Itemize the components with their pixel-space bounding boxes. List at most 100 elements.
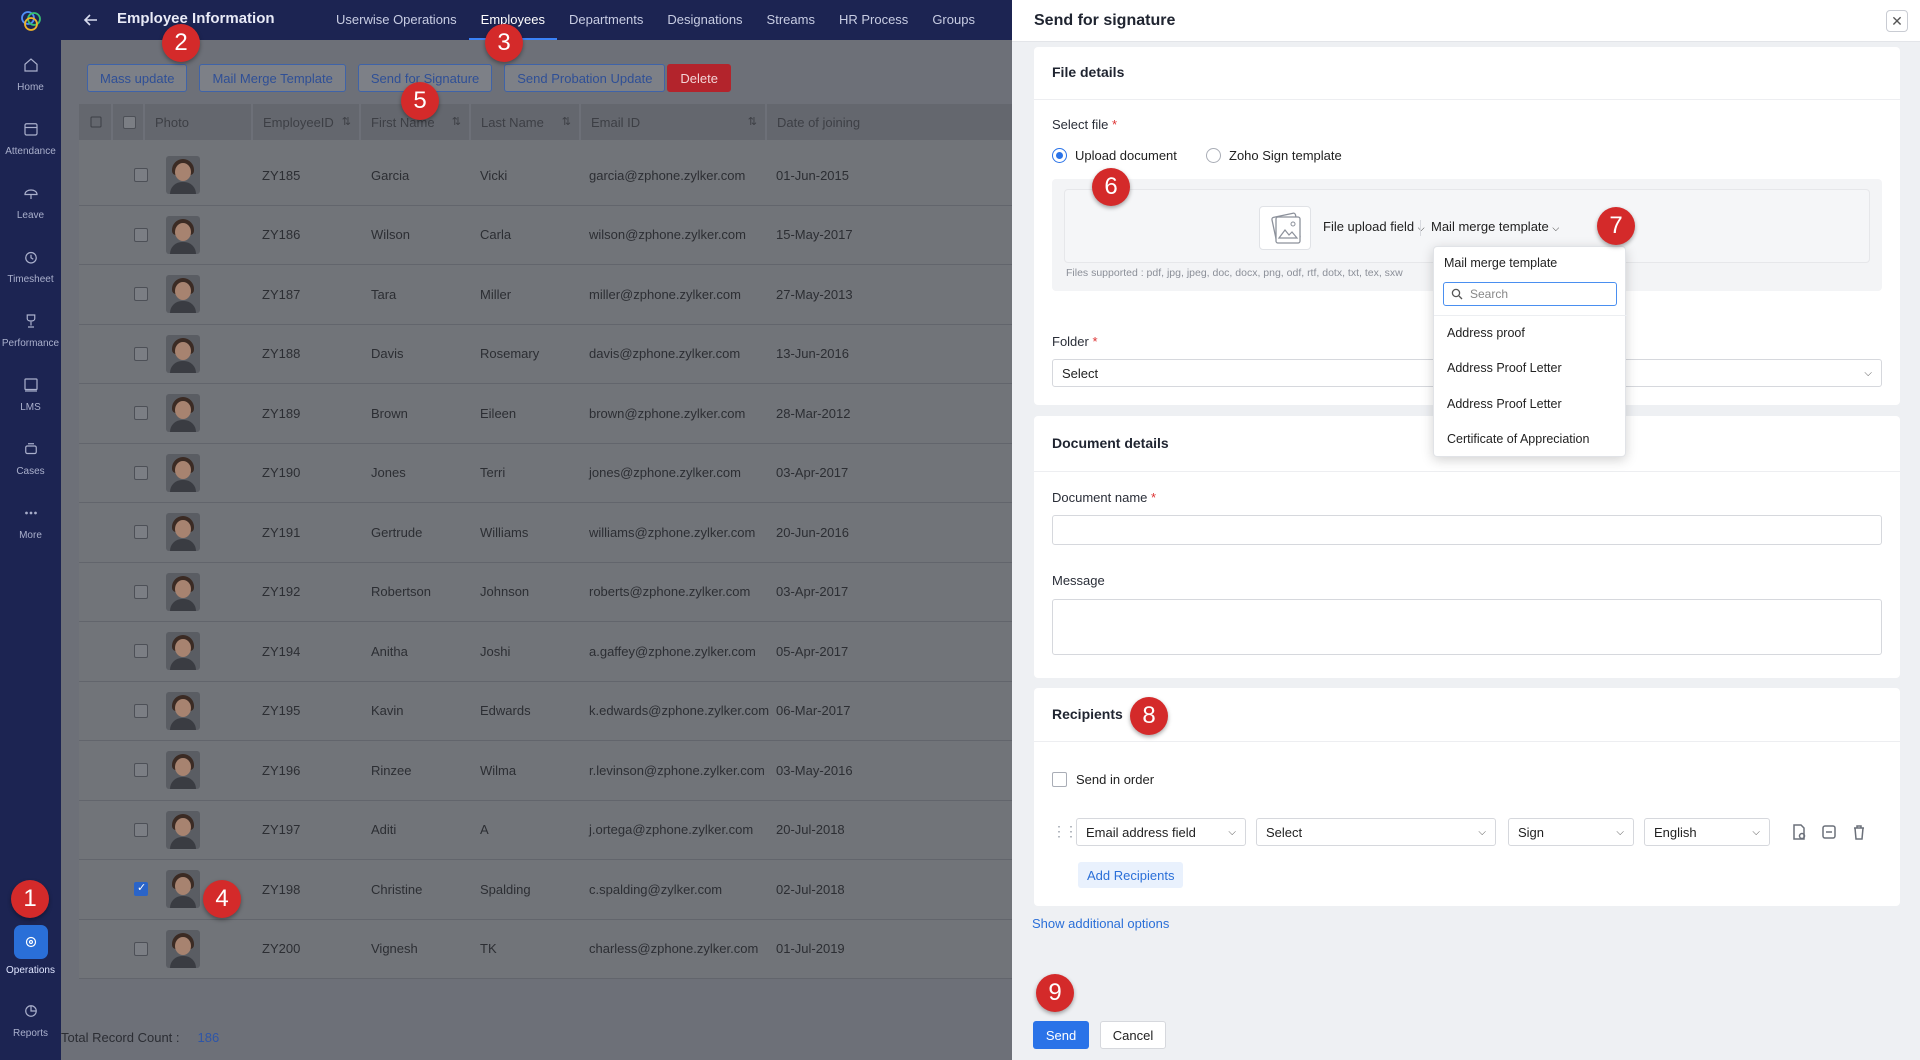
menu-item-address-proof-letter[interactable]: Address Proof Letter [1447, 397, 1562, 411]
cell-employee-id[interactable]: ZY185 [262, 168, 300, 183]
action-select[interactable]: Sign ⌵ [1508, 818, 1634, 846]
row-checkbox[interactable] [134, 287, 148, 302]
mass-update-button[interactable]: Mass update [87, 64, 188, 92]
show-additional-options-link[interactable]: Show additional options [1032, 916, 1169, 931]
private-note-icon[interactable] [1790, 823, 1808, 841]
avatar[interactable] [166, 691, 200, 730]
close-icon[interactable]: ✕ [1886, 10, 1908, 32]
select-all-cell[interactable] [113, 104, 145, 140]
table-row[interactable]: ZY191 Gertrude Williams williams@zphone.zyl… [79, 503, 1012, 563]
checkbox-box[interactable] [1052, 772, 1067, 787]
nav-item-lms[interactable]: LMS [0, 364, 61, 424]
email-address-field-select[interactable]: Email address field ⌵ [1076, 818, 1246, 846]
row-checkbox[interactable] [134, 703, 148, 718]
avatar[interactable] [166, 572, 200, 611]
access-code-icon[interactable] [1820, 823, 1838, 841]
mail-merge-template-dropdown[interactable]: Mail merge template ⌵ [1431, 219, 1559, 234]
select-all-checkbox[interactable] [123, 115, 136, 129]
cancel-button[interactable]: Cancel [1100, 1021, 1166, 1049]
cell-employee-id[interactable]: ZY191 [262, 525, 300, 540]
nav-item-home[interactable]: Home [0, 44, 61, 104]
avatar[interactable] [166, 513, 200, 552]
file-upload-field-dropdown[interactable]: File upload field ⌵ [1323, 219, 1425, 234]
nav-item-attendance[interactable]: Attendance [0, 108, 61, 168]
send-probation-update-button[interactable]: Send Probation Update [504, 64, 666, 92]
recipient-select[interactable]: Select ⌵ [1256, 818, 1496, 846]
drag-handle-icon[interactable]: ⋮⋮ [1052, 823, 1078, 840]
cell-employee-id[interactable]: ZY194 [262, 644, 300, 659]
avatar[interactable] [166, 275, 200, 314]
sort-icon[interactable]: ⇅ [748, 115, 757, 128]
table-row[interactable]: ZY192 Robertson Johnson roberts@zphone.zylk… [79, 562, 1012, 622]
avatar[interactable] [166, 453, 200, 492]
avatar[interactable] [166, 156, 200, 195]
tab-departments[interactable]: Departments [557, 0, 655, 40]
cell-employee-id[interactable]: ZY200 [262, 941, 300, 956]
table-row[interactable]: ZY200 Vignesh TK charless@zphone.zylker.com… [79, 919, 1012, 979]
tab-hr-process[interactable]: HR Process [827, 0, 920, 40]
document-name-input[interactable] [1052, 515, 1882, 545]
row-checkbox[interactable] [134, 941, 148, 956]
language-select[interactable]: English ⌵ [1644, 818, 1770, 846]
menu-item-address-proof-letter[interactable]: Address Proof Letter [1447, 361, 1562, 375]
sort-icon[interactable]: ⇅ [562, 115, 571, 128]
menu-item-address-proof[interactable]: Address proof [1447, 326, 1525, 340]
cell-employee-id[interactable]: ZY195 [262, 703, 300, 718]
tab-userwise-operations[interactable]: Userwise Operations [324, 0, 469, 40]
avatar[interactable] [166, 632, 200, 671]
sort-icon[interactable]: ⇅ [452, 115, 461, 128]
avatar[interactable] [166, 334, 200, 373]
cell-employee-id[interactable]: ZY188 [262, 346, 300, 361]
table-row[interactable]: ZY187 Tara Miller miller@zphone.zylker.com 2… [79, 265, 1012, 325]
cell-employee-id[interactable]: ZY186 [262, 227, 300, 242]
column-employee-id[interactable]: EmployeeID ⇅ [253, 104, 361, 140]
table-row[interactable]: ZY188 Davis Rosemary davis@zphone.zylker.co… [79, 324, 1012, 384]
mail-merge-template-button[interactable]: Mail Merge Template [199, 64, 346, 92]
send-in-order-checkbox[interactable]: Send in order [1052, 772, 1154, 787]
cell-employee-id[interactable]: ZY192 [262, 584, 300, 599]
record-count-value[interactable]: 186 [198, 1030, 220, 1045]
avatar[interactable] [166, 929, 200, 968]
message-textarea[interactable] [1052, 599, 1882, 655]
cell-employee-id[interactable]: ZY187 [262, 287, 300, 302]
avatar[interactable] [166, 215, 200, 254]
row-checkbox[interactable] [134, 881, 148, 897]
row-checkbox[interactable] [134, 168, 148, 183]
row-checkbox[interactable] [134, 346, 148, 361]
nav-item-more[interactable]: More [0, 492, 61, 552]
radio-dot-selected[interactable] [1052, 148, 1067, 163]
nav-item-operations[interactable]: Operations [0, 920, 61, 980]
row-checkbox[interactable] [134, 465, 148, 480]
row-checkbox[interactable] [134, 644, 148, 659]
table-row[interactable]: ZY186 Wilson Carla wilson@zphone.zylker.com… [79, 205, 1012, 265]
cell-employee-id[interactable]: ZY189 [262, 406, 300, 421]
nav-item-performance[interactable]: Performance [0, 300, 61, 360]
column-last-name[interactable]: Last Name ⇅ [471, 104, 581, 140]
send-button[interactable]: Send [1033, 1021, 1089, 1049]
row-checkbox[interactable] [134, 822, 148, 837]
column-date-of-joining[interactable]: Date of joining [767, 104, 987, 140]
table-row[interactable]: ZY185 Garcia Vicki garcia@zphone.zylker.com… [79, 146, 1012, 206]
tab-designations[interactable]: Designations [655, 0, 754, 40]
table-row[interactable]: ZY197 Aditi Aj.ortega@zphone.zylker.com 20-… [79, 800, 1012, 860]
table-row[interactable]: ZY194 Anitha Joshi a.gaffey@zphone.zylker.c… [79, 622, 1012, 682]
row-checkbox[interactable] [134, 525, 148, 540]
delete-button[interactable]: Delete [667, 64, 731, 92]
tab-streams[interactable]: Streams [755, 0, 827, 40]
cell-employee-id[interactable]: ZY197 [262, 822, 300, 837]
nav-item-timesheet[interactable]: Timesheet [0, 236, 61, 296]
avatar[interactable] [166, 751, 200, 790]
row-checkbox[interactable] [134, 227, 148, 242]
cell-employee-id[interactable]: ZY190 [262, 465, 300, 480]
avatar[interactable] [166, 394, 200, 433]
back-arrow-icon[interactable] [83, 12, 99, 28]
row-checkbox[interactable] [134, 584, 148, 599]
table-row[interactable]: ZY196 Rinzee Wilma r.levinson@zphone.zylker… [79, 741, 1012, 801]
nav-item-cases[interactable]: Cases [0, 428, 61, 488]
radio-dot[interactable] [1206, 148, 1221, 163]
template-search-input[interactable]: Search [1443, 282, 1617, 306]
table-row[interactable]: ZY190 Jones Terri jones@zphone.zylker.com 03… [79, 443, 1012, 503]
nav-item-reports[interactable]: Reports [0, 990, 61, 1050]
table-row[interactable]: ZY189 Brown Eileen brown@zphone.zylker.com 2… [79, 384, 1012, 444]
table-row[interactable]: ZY195 Kavin Edwards k.edwards@zphone.zylker… [79, 681, 1012, 741]
